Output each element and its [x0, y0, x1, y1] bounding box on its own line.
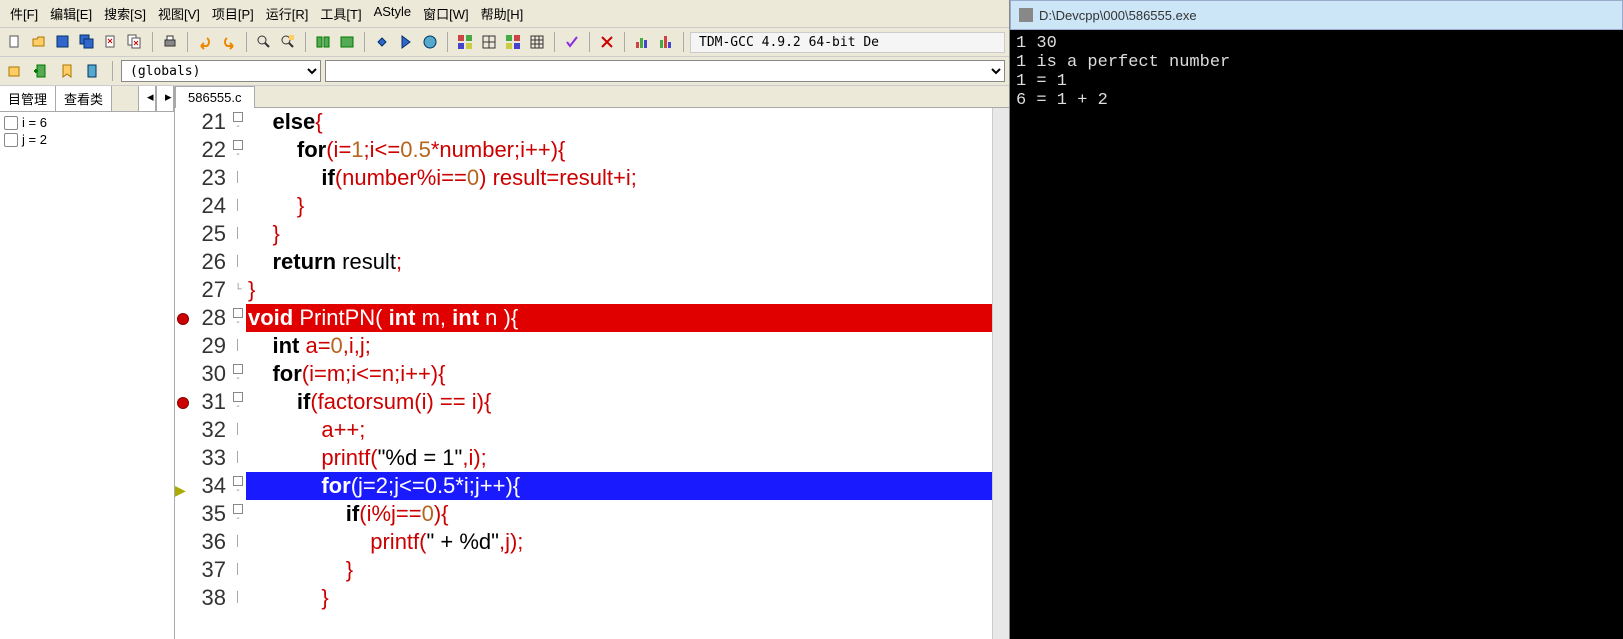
watch-list: i = 6 j = 2	[0, 112, 174, 639]
menu-edit[interactable]: 编辑[E]	[44, 2, 98, 25]
tab-class-view[interactable]: 查看类	[56, 86, 112, 111]
close-button[interactable]	[100, 31, 122, 53]
print-button[interactable]	[159, 31, 181, 53]
menu-project[interactable]: 项目[P]	[206, 2, 260, 25]
console-title: D:\Devcpp\000\586555.exe	[1039, 8, 1197, 23]
compile-button[interactable]	[312, 31, 334, 53]
save-all-button[interactable]	[76, 31, 98, 53]
find-button[interactable]	[253, 31, 275, 53]
insert-button[interactable]	[30, 60, 52, 82]
menu-view[interactable]: 视图[V]	[152, 2, 206, 25]
left-panel: 目管理 查看类 ◂ ▸ i = 6 j = 2	[0, 86, 175, 639]
menu-tools[interactable]: 工具[T]	[314, 2, 367, 25]
chart2-button[interactable]	[655, 31, 677, 53]
chart1-button[interactable]	[631, 31, 653, 53]
watch-icon	[4, 116, 18, 130]
watch-expr: i = 6	[22, 115, 47, 130]
code-content[interactable]: else{ for(i=1;i<=0.5*number;i++){ if(num…	[246, 108, 992, 639]
stop-button[interactable]	[419, 31, 441, 53]
grid3-button[interactable]	[502, 31, 524, 53]
watch-item[interactable]: j = 2	[2, 131, 172, 148]
undo-button[interactable]	[194, 31, 216, 53]
tab-project-manager[interactable]: 目管理	[0, 86, 56, 111]
scope-combo[interactable]: (globals)	[121, 60, 321, 82]
console-output: 1 30 1 is a perfect number 1 = 1 6 = 1 +…	[1010, 30, 1623, 639]
tab-nav-right[interactable]: ▸	[156, 86, 174, 111]
run-button[interactable]	[336, 31, 358, 53]
main-area: 目管理 查看类 ◂ ▸ i = 6 j = 2 586555.c 2122232…	[0, 86, 1009, 639]
menu-bar: 件[F] 编辑[E] 搜索[S] 视图[V] 项目[P] 运行[R] 工具[T]…	[0, 0, 1009, 28]
watch-item[interactable]: i = 6	[2, 114, 172, 131]
console-icon	[1019, 8, 1033, 22]
goto-button[interactable]	[82, 60, 104, 82]
vertical-scrollbar[interactable]	[992, 108, 1009, 639]
check-button[interactable]	[561, 31, 583, 53]
menu-window[interactable]: 窗口[W]	[417, 2, 475, 25]
new-project-button[interactable]	[4, 60, 26, 82]
save-button[interactable]	[52, 31, 74, 53]
watch-expr: j = 2	[22, 132, 47, 147]
debug-button[interactable]	[371, 31, 393, 53]
console-window: D:\Devcpp\000\586555.exe 1 30 1 is a per…	[1010, 0, 1623, 639]
line-number-gutter: 212223242526272829303132333435363738	[175, 108, 230, 639]
close-all-button[interactable]	[124, 31, 146, 53]
compiler-label: TDM-GCC 4.9.2 64-bit De	[690, 32, 1005, 53]
members-combo[interactable]	[325, 60, 1005, 82]
menu-run[interactable]: 运行[R]	[260, 2, 315, 25]
file-tab[interactable]: 586555.c	[175, 86, 255, 108]
menu-astyle[interactable]: AStyle	[368, 2, 418, 25]
bookmark-button[interactable]	[56, 60, 78, 82]
editor-area: 586555.c 2122232425262728293031323334353…	[175, 86, 1009, 639]
second-toolbar: (globals)	[0, 57, 1009, 86]
menu-file[interactable]: 件[F]	[4, 2, 44, 25]
left-panel-tabs: 目管理 查看类 ◂ ▸	[0, 86, 174, 112]
replace-button[interactable]	[277, 31, 299, 53]
menu-help[interactable]: 帮助[H]	[475, 2, 530, 25]
grid1-button[interactable]	[454, 31, 476, 53]
tab-nav-left[interactable]: ◂	[138, 86, 156, 111]
fold-column: --││││└-│--││--│││	[230, 108, 246, 639]
cancel-button[interactable]	[596, 31, 618, 53]
code-editor[interactable]: 212223242526272829303132333435363738 --│…	[175, 108, 1009, 639]
grid4-button[interactable]	[526, 31, 548, 53]
grid2-button[interactable]	[478, 31, 500, 53]
main-toolbar: TDM-GCC 4.9.2 64-bit De	[0, 28, 1009, 57]
new-file-button[interactable]	[4, 31, 26, 53]
ide-window: 件[F] 编辑[E] 搜索[S] 视图[V] 项目[P] 运行[R] 工具[T]…	[0, 0, 1010, 639]
file-tab-bar: 586555.c	[175, 86, 1009, 108]
console-titlebar[interactable]: D:\Devcpp\000\586555.exe	[1010, 0, 1623, 30]
open-button[interactable]	[28, 31, 50, 53]
watch-icon	[4, 133, 18, 147]
menu-search[interactable]: 搜索[S]	[98, 2, 152, 25]
redo-button[interactable]	[218, 31, 240, 53]
step-button[interactable]	[395, 31, 417, 53]
